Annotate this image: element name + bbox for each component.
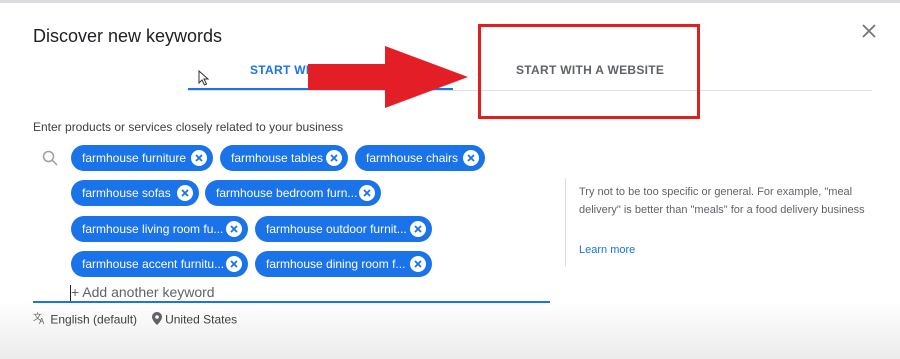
keyword-chip[interactable]: farmhouse chairs xyxy=(355,145,485,171)
chip-label: farmhouse outdoor furnit... xyxy=(266,222,407,236)
keyword-chip[interactable]: farmhouse dining room f... xyxy=(255,251,432,277)
learn-more-link[interactable]: Learn more xyxy=(579,244,635,256)
chip-label: farmhouse sofas xyxy=(82,186,171,200)
svg-text:A: A xyxy=(39,317,45,325)
chip-label: farmhouse bedroom furn... xyxy=(216,186,358,200)
chip-remove-icon[interactable] xyxy=(226,221,242,237)
chip-remove-icon[interactable] xyxy=(191,150,207,166)
keyword-chip[interactable]: farmhouse tables xyxy=(220,145,348,171)
chip-remove-icon[interactable] xyxy=(226,256,242,272)
chip-label: farmhouse furniture xyxy=(82,151,187,165)
chip-remove-icon[interactable] xyxy=(410,221,426,237)
translate-icon: 文A xyxy=(33,311,50,328)
keyword-chip[interactable]: farmhouse living room fu... xyxy=(71,216,248,242)
chip-label: farmhouse dining room f... xyxy=(266,257,406,271)
input-underline xyxy=(33,301,550,303)
keyword-prompt-label: Enter products or services closely relat… xyxy=(33,120,344,134)
keyword-chip[interactable]: farmhouse bedroom furn... xyxy=(205,180,381,206)
keyword-chip[interactable]: farmhouse sofas xyxy=(71,180,199,206)
help-divider xyxy=(565,178,566,266)
close-icon[interactable] xyxy=(859,21,879,41)
chip-remove-icon[interactable] xyxy=(463,150,479,166)
keyword-chip[interactable]: farmhouse accent furnitu... xyxy=(71,251,248,277)
location-pin-icon xyxy=(151,311,165,328)
chip-remove-icon[interactable] xyxy=(177,185,193,201)
annotation-highlight-box xyxy=(478,24,700,119)
top-border xyxy=(0,0,900,3)
add-keyword-input[interactable] xyxy=(71,283,541,301)
red-arrow-annotation xyxy=(300,46,472,113)
location-setting[interactable]: United States xyxy=(165,313,237,327)
chip-label: farmhouse accent furnitu... xyxy=(82,257,225,271)
targeting-settings[interactable]: 文A English (default) United States xyxy=(33,311,237,328)
keyword-chip[interactable]: farmhouse furniture xyxy=(71,145,213,171)
chip-label: farmhouse chairs xyxy=(366,151,459,165)
search-icon xyxy=(42,150,58,171)
dialog-title: Discover new keywords xyxy=(33,26,223,46)
keyword-chip[interactable]: farmhouse outdoor furnit... xyxy=(255,216,432,242)
chip-label: farmhouse tables xyxy=(231,151,324,165)
chip-remove-icon[interactable] xyxy=(326,150,342,166)
help-text: Try not to be too specific or general. F… xyxy=(579,186,865,216)
language-setting[interactable]: English (default) xyxy=(50,313,137,327)
chip-remove-icon[interactable] xyxy=(359,185,375,201)
chip-remove-icon[interactable] xyxy=(410,256,426,272)
cursor-icon xyxy=(198,69,210,91)
chip-label: farmhouse living room fu... xyxy=(82,222,224,236)
